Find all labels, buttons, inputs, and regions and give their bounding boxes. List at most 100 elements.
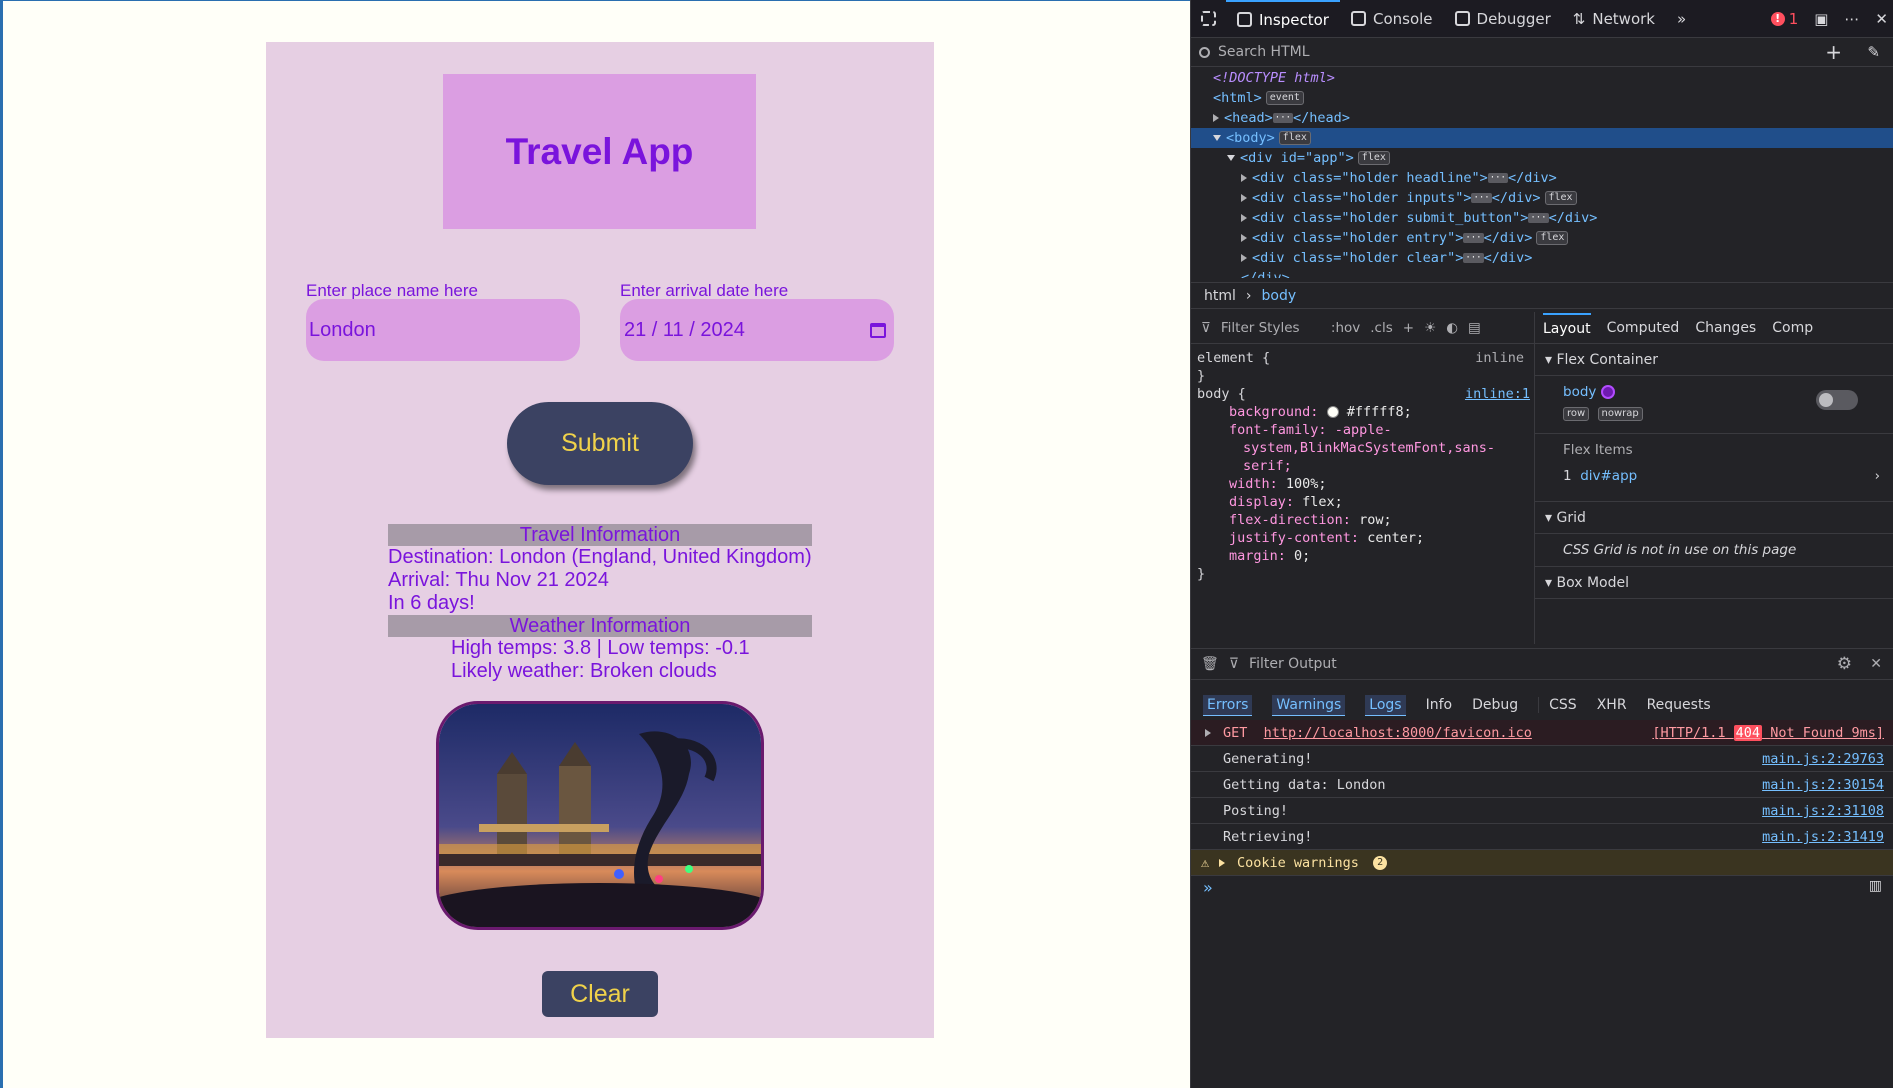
filter-warnings[interactable]: Warnings	[1272, 694, 1346, 716]
log-source-link[interactable]: main.js:2:31108	[1762, 798, 1884, 824]
add-node-icon[interactable]: +	[1825, 40, 1842, 64]
box-model-header[interactable]: ▾ Box Model	[1535, 567, 1893, 599]
http-status: [HTTP/1.1 404 Not Found 9ms]	[1652, 725, 1884, 741]
markup-child[interactable]: <div class="holder submit_button"> ··· </d…	[1191, 208, 1893, 228]
console-log[interactable]: Retrieving! main.js:2:31419	[1191, 824, 1893, 850]
more-tabs-icon[interactable]: »	[1666, 0, 1697, 38]
markup-app[interactable]: <div id="app"> flex	[1191, 148, 1893, 168]
console-cookie-warnings[interactable]: ⚠ Cookie warnings 2	[1191, 850, 1893, 876]
declaration[interactable]: flex-direction: row;	[1191, 511, 1534, 529]
filter-xhr[interactable]: XHR	[1597, 697, 1627, 713]
tab-compatibility[interactable]: Comp	[1772, 320, 1813, 336]
filter-logs[interactable]: Logs	[1365, 694, 1406, 716]
markup-child[interactable]: <div class="holder headline"> ··· </div>	[1191, 168, 1893, 188]
console-log[interactable]: Generating! main.js:2:29763	[1191, 746, 1893, 772]
calendar-icon[interactable]	[870, 322, 886, 338]
html-search-bar[interactable]: Search HTML + ✎	[1191, 38, 1893, 67]
tab-changes[interactable]: Changes	[1695, 320, 1756, 336]
console-log[interactable]: Getting data: London main.js:2:30154	[1191, 772, 1893, 798]
declaration[interactable]: margin: 0;	[1191, 547, 1534, 565]
log-source-link[interactable]: main.js:2:31419	[1762, 824, 1884, 850]
tab-debugger[interactable]: Debugger	[1444, 0, 1562, 38]
cls-toggle[interactable]: .cls	[1370, 320, 1393, 336]
log-source-link[interactable]: main.js:2:30154	[1762, 772, 1884, 798]
breadcrumb-html[interactable]: html	[1204, 288, 1236, 304]
headline-box: Travel App	[443, 74, 756, 229]
request-url[interactable]: http://localhost:8000/favicon.ico	[1264, 725, 1532, 741]
log-source-link[interactable]: main.js:2:29763	[1762, 746, 1884, 772]
tab-layout[interactable]: Layout	[1543, 312, 1591, 343]
markup-child[interactable]: <div class="holder inputs"> ··· </div> flex	[1191, 188, 1893, 208]
add-rule-icon[interactable]: +	[1403, 320, 1414, 336]
tab-debugger-label: Debugger	[1476, 9, 1551, 28]
likely-weather-text: Likely weather: Broken clouds	[451, 660, 717, 682]
markup-doctype[interactable]: <!DOCTYPE html>	[1191, 68, 1893, 88]
tab-inspector-label: Inspector	[1259, 10, 1329, 29]
tab-computed[interactable]: Computed	[1607, 320, 1680, 336]
element-picker-icon[interactable]	[1191, 0, 1226, 38]
dark-scheme-icon[interactable]: ◐	[1446, 320, 1458, 336]
body-rule[interactable]: body { inline:1	[1191, 385, 1534, 403]
flex-overlay-toggle[interactable]	[1816, 390, 1858, 410]
arrival-date-input[interactable]: 21 / 11 / 2024	[620, 299, 894, 361]
console-log[interactable]: Posting! main.js:2:31108	[1191, 798, 1893, 824]
dock-side-icon[interactable]: ▣	[1814, 10, 1828, 28]
filter-debug[interactable]: Debug	[1472, 697, 1518, 713]
place-name-input[interactable]: London	[306, 299, 580, 361]
error-count-badge[interactable]: ! 1	[1770, 10, 1799, 28]
eyedropper-icon[interactable]: ✎	[1867, 43, 1880, 61]
trash-icon[interactable]: 🗑	[1201, 656, 1219, 672]
html-search-input[interactable]: Search HTML	[1218, 44, 1310, 60]
temps-text: High temps: 3.8 | Low temps: -0.1	[451, 637, 750, 659]
clear-button[interactable]: Clear	[542, 971, 658, 1017]
submit-button[interactable]: Submit	[507, 402, 693, 485]
flex-item-row[interactable]: 1 div#app ›	[1563, 468, 1893, 484]
tab-inspector[interactable]: Inspector	[1226, 0, 1340, 38]
filter-errors[interactable]: Errors	[1203, 694, 1253, 716]
rule-close: }	[1197, 368, 1206, 384]
element-rule[interactable]: element { inline	[1191, 349, 1534, 367]
filter-requests[interactable]: Requests	[1647, 697, 1711, 713]
tab-console[interactable]: Console	[1340, 0, 1444, 38]
tab-network[interactable]: ⇅ Network	[1562, 0, 1666, 38]
box-model-diagram: margin 0	[1535, 599, 1893, 627]
arrival-text: Arrival: Thu Nov 21 2024	[388, 569, 609, 591]
filter-css[interactable]: CSS	[1538, 697, 1577, 713]
warning-count-badge: 2	[1373, 856, 1388, 870]
filter-output-input[interactable]: Filter Output	[1249, 656, 1337, 672]
declaration[interactable]: justify-content: center;	[1191, 529, 1534, 547]
grid-header[interactable]: ▾ Grid	[1535, 502, 1893, 534]
color-swatch-icon[interactable]	[1326, 406, 1339, 418]
markup-html[interactable]: <html> event	[1191, 88, 1893, 108]
declaration[interactable]: font-family: -apple-	[1191, 421, 1534, 439]
filter-info[interactable]: Info	[1426, 697, 1453, 713]
markup-child[interactable]: <div class="holder entry"> ··· </div> flex	[1191, 228, 1893, 248]
declaration[interactable]: background: #fffff8;	[1191, 403, 1534, 421]
declaration-continued: serif;	[1243, 458, 1292, 474]
editor-mode-icon[interactable]: ▥	[1869, 878, 1882, 894]
filter-icon: ⊽	[1201, 319, 1211, 336]
body-rule-source[interactable]: inline:1	[1465, 385, 1530, 403]
error-count: 1	[1788, 10, 1799, 28]
declaration[interactable]: width: 100%;	[1191, 475, 1534, 493]
close-icon[interactable]: ✕	[1870, 656, 1882, 672]
markup-body[interactable]: <body> flex	[1191, 128, 1893, 148]
more-options-icon[interactable]: ⋯	[1844, 10, 1859, 28]
light-scheme-icon[interactable]: ☀	[1424, 320, 1436, 336]
network-icon: ⇅	[1572, 9, 1586, 28]
breadcrumb-body[interactable]: body	[1262, 288, 1297, 304]
markup-child[interactable]: <div class="holder clear"> ··· </div>	[1191, 248, 1893, 268]
inspector-icon	[1237, 12, 1252, 27]
flex-container-header[interactable]: ▾ Flex Container	[1535, 344, 1893, 376]
entry-section: Travel Information Destination: London (…	[388, 524, 812, 683]
markup-head[interactable]: <head> ··· </head>	[1191, 108, 1893, 128]
filter-styles-input[interactable]: Filter Styles	[1221, 320, 1321, 336]
print-media-icon[interactable]: ▤	[1468, 320, 1481, 336]
close-icon[interactable]: ✕	[1875, 10, 1888, 28]
console-network-error[interactable]: GET http://localhost:8000/favicon.ico [H…	[1191, 720, 1893, 746]
declaration[interactable]: display: flex;	[1191, 493, 1534, 511]
gear-icon[interactable]: ⚙	[1837, 654, 1852, 674]
hov-toggle[interactable]: :hov	[1331, 320, 1360, 336]
console-input[interactable]: » ▥	[1191, 878, 1893, 906]
flex-highlight-icon[interactable]	[1600, 385, 1615, 399]
